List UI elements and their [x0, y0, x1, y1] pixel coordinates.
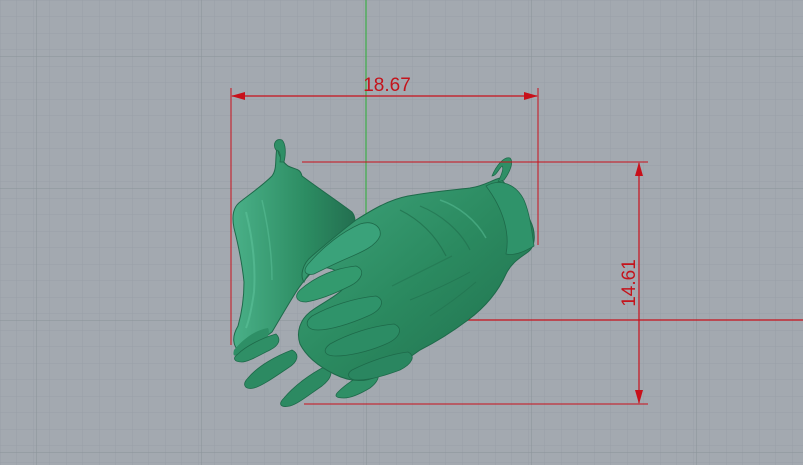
- viewport-canvas[interactable]: 18.67 14.61: [0, 0, 803, 465]
- vertical-dimension-label[interactable]: 14.61: [619, 259, 640, 307]
- 3d-viewport[interactable]: 18.67 14.61: [0, 0, 803, 465]
- horizontal-dimension-label[interactable]: 18.67: [363, 75, 411, 96]
